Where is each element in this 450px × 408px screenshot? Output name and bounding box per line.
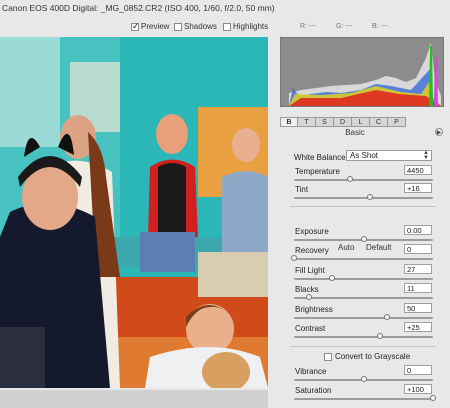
convert-grayscale-label: Convert to Grayscale (335, 352, 411, 361)
exposure-slider[interactable] (294, 236, 433, 242)
saturation-slider[interactable] (294, 395, 436, 401)
fill-light-slider[interactable] (294, 275, 433, 281)
brightness-slider[interactable] (294, 314, 433, 320)
panel-title: Basic (345, 128, 365, 137)
auto-button[interactable]: Auto (338, 243, 354, 252)
vibrance-label: Vibrance (295, 367, 327, 376)
exposure-label: Exposure (295, 227, 329, 236)
tab-lens-corrections[interactable]: L (352, 117, 370, 127)
histogram (280, 37, 444, 107)
temperature-thumb[interactable] (346, 176, 353, 182)
tab-camera-calibration[interactable]: C (370, 117, 388, 127)
divider (290, 346, 436, 347)
brightness-thumb[interactable] (384, 314, 391, 320)
blacks-thumb[interactable] (306, 294, 313, 300)
highlights-checkbox[interactable]: Highlights (223, 22, 268, 31)
blacks-field[interactable]: 11 (404, 283, 432, 293)
white-balance-select[interactable]: As Shot ▲ ▼ (346, 150, 432, 161)
g-readout: G: --- (336, 23, 353, 30)
fill-light-field[interactable]: 27 (404, 264, 432, 274)
image-preview[interactable] (0, 37, 268, 388)
temperature-field[interactable]: 4450 (404, 165, 432, 175)
r-readout: R: --- (300, 23, 316, 30)
tint-slider[interactable] (294, 194, 433, 200)
exposure-thumb[interactable] (360, 236, 367, 242)
white-balance-value: As Shot (350, 151, 379, 160)
tab-split-toning[interactable]: S (316, 117, 334, 127)
fill-light-thumb[interactable] (328, 275, 335, 281)
white-balance-label: White Balance: (294, 153, 348, 162)
temperature-label: Temperature (295, 167, 340, 176)
tab-basic[interactable]: B (280, 117, 298, 127)
divider (290, 206, 436, 207)
exposure-field[interactable]: 0.00 (404, 225, 432, 235)
tint-label: Tint (295, 185, 309, 194)
tab-tone-curve[interactable]: T (298, 117, 316, 127)
preview-footer (0, 390, 268, 408)
recovery-slider[interactable] (291, 255, 433, 261)
temperature-slider[interactable] (294, 176, 433, 182)
brightness-field[interactable]: 50 (404, 303, 432, 313)
vibrance-field[interactable]: 0 (404, 365, 432, 375)
tab-detail[interactable]: D (334, 117, 352, 127)
window-title: Canon EOS 400D Digital: _MG_0852.CR2 (IS… (2, 3, 275, 13)
recovery-field[interactable]: 0 (404, 244, 432, 254)
recovery-thumb[interactable] (291, 255, 297, 261)
select-arrows-icon: ▲ ▼ (423, 150, 429, 161)
saturation-thumb[interactable] (430, 395, 436, 401)
preview-label: Preview (141, 22, 170, 31)
brightness-label: Brightness (295, 305, 333, 314)
histogram-icon (281, 38, 443, 106)
shadows-checkbox[interactable]: Shadows (174, 22, 217, 31)
shadows-check-box[interactable] (174, 22, 182, 31)
highlights-check-box[interactable] (223, 22, 231, 31)
preview-checkbox[interactable]: Preview (131, 21, 170, 32)
triangle-right-icon: ▶ (436, 130, 442, 136)
preview-toolbar: Preview Shadows Highlights R: --- G: ---… (0, 18, 450, 36)
panel-menu-button[interactable]: ▶ (435, 128, 443, 136)
panel-tabs: B T S D L C P (280, 117, 406, 127)
vibrance-slider[interactable] (294, 376, 433, 382)
blacks-slider[interactable] (294, 294, 433, 300)
tab-presets[interactable]: P (388, 117, 406, 127)
preview-check-box[interactable] (131, 21, 140, 32)
tint-field[interactable]: +16 (404, 183, 432, 193)
blacks-label: Blacks (295, 285, 319, 294)
shadows-label: Shadows (184, 22, 217, 31)
convert-grayscale-check-box[interactable] (324, 352, 332, 361)
default-button[interactable]: Default (366, 243, 391, 252)
saturation-field[interactable]: +100 (404, 384, 432, 394)
contrast-label: Contrast (295, 324, 326, 333)
contrast-slider[interactable] (294, 333, 433, 339)
vibrance-thumb[interactable] (360, 376, 367, 382)
preview-photo (0, 37, 268, 388)
contrast-field[interactable]: +25 (404, 322, 432, 332)
b-readout: B: --- (372, 23, 388, 30)
recovery-label: Recovery (295, 246, 329, 255)
title-bar: Canon EOS 400D Digital: _MG_0852.CR2 (IS… (0, 0, 450, 18)
convert-grayscale-checkbox[interactable]: Convert to Grayscale (324, 352, 410, 361)
fill-light-label: Fill Light (295, 266, 325, 275)
highlights-label: Highlights (233, 22, 269, 31)
adjustment-panel: B T S D L C P Basic ▶ White Balance: As … (280, 115, 446, 408)
saturation-label: Saturation (295, 386, 332, 395)
contrast-thumb[interactable] (377, 333, 384, 339)
tint-thumb[interactable] (367, 194, 374, 200)
